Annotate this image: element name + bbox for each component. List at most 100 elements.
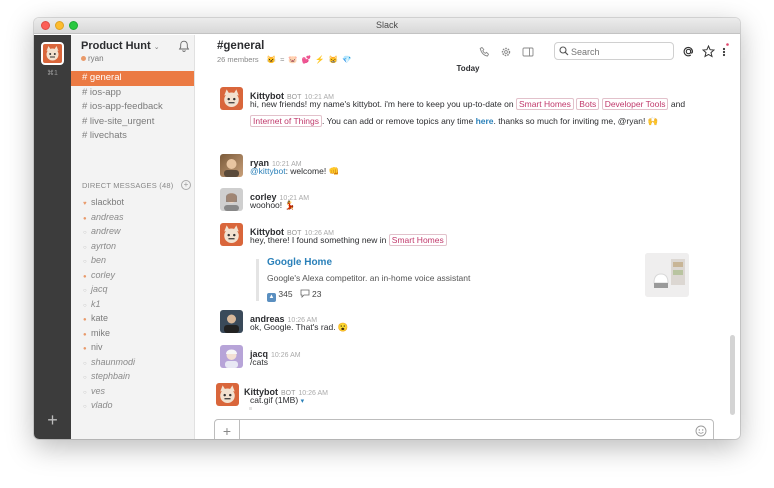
- sidebar-dm-item[interactable]: ○ stephbain: [71, 369, 194, 384]
- message-scrollbar[interactable]: [730, 335, 735, 415]
- star-icon[interactable]: [702, 45, 715, 58]
- dm-name: andrew: [91, 226, 121, 236]
- comment-count: 23: [312, 289, 322, 299]
- kittybot-avatar[interactable]: [220, 87, 243, 110]
- search-icon: [559, 46, 569, 56]
- sidebar-dm-item[interactable]: ○ ves: [71, 384, 194, 399]
- dm-name: ben: [91, 255, 107, 265]
- message-list: Kittybot BOT 10:21 AM hi, new friends! my …: [196, 70, 740, 410]
- topic-tag[interactable]: Smart Homes: [515, 98, 574, 110]
- message-text: . thanks so much for inviting me, @ryan!…: [493, 116, 659, 126]
- message-text: : welcome! 👊: [285, 166, 340, 176]
- presence-status-icon: ○: [83, 404, 87, 410]
- attachment-description: Google's Alexa competitor. an in-home vo…: [267, 273, 471, 283]
- sidebar-toggle-icon[interactable]: [522, 46, 534, 58]
- sidebar-dm-item[interactable]: ○ k1: [71, 297, 194, 312]
- message-text: /cats: [250, 357, 268, 367]
- sidebar-dm-item[interactable]: ○ andrew: [71, 224, 194, 239]
- team-name: Product Hunt: [81, 40, 151, 52]
- dm-name: kate: [91, 313, 109, 323]
- message-body: /cats: [250, 356, 268, 368]
- mention-icon[interactable]: [682, 45, 695, 58]
- dm-count: (48): [159, 181, 174, 190]
- attach-file-button[interactable]: +: [215, 420, 240, 439]
- attachment-thumbnail[interactable]: [645, 253, 689, 297]
- sidebar-dm-item[interactable]: ○ jacq: [71, 282, 194, 297]
- dm-header-label: DIRECT MESSAGES: [82, 181, 157, 190]
- sidebar-dm-item[interactable]: ○ ayrton: [71, 239, 194, 254]
- more-menu-icon[interactable]: [721, 43, 729, 58]
- message-text: ok, Google. That's rad. 😮: [250, 322, 349, 332]
- presence-status-icon: ○: [83, 288, 87, 294]
- andreas-avatar[interactable]: [220, 310, 243, 333]
- presence-status-icon: ○: [83, 375, 87, 381]
- upvote-icon[interactable]: ▲: [267, 293, 276, 302]
- sidebar-dm-item[interactable]: ● niv: [71, 340, 194, 355]
- dm-list: ♥ slackbot ● andreas ○ andrew ○ ayrton ○ ben ● corl…: [71, 195, 194, 413]
- topic-tag[interactable]: Bots: [576, 98, 600, 110]
- sidebar-dm-item[interactable]: ● corley: [71, 268, 194, 283]
- phone-icon[interactable]: [479, 46, 491, 58]
- channel-meta: 26 members 😺 ≈ 🐷 💕 ⚡ 😸 💎: [217, 55, 352, 64]
- chevron-down-icon: ⌄: [153, 44, 160, 51]
- team-switcher: ⌘1 +: [34, 35, 71, 439]
- user-mention[interactable]: @kittybot: [250, 166, 286, 176]
- emoji-icon[interactable]: [695, 425, 707, 437]
- dm-name: mike: [91, 327, 111, 338]
- team-name-menu[interactable]: Product Hunt ⌄: [81, 40, 160, 52]
- manage-topics-link[interactable]: here: [476, 116, 494, 126]
- ryan-avatar[interactable]: [220, 154, 243, 177]
- current-user[interactable]: ryan: [81, 54, 104, 63]
- message-text: hi, new friends! my name's kittybot. i'm…: [250, 99, 514, 109]
- dm-name: k1: [91, 298, 101, 309]
- sidebar-channel-item[interactable]: # live-site_urgent: [71, 115, 194, 130]
- add-team-button[interactable]: +: [34, 410, 71, 431]
- sidebar-channel-item[interactable]: # general: [71, 71, 194, 86]
- message-input[interactable]: [245, 424, 685, 438]
- search-box[interactable]: [554, 42, 674, 60]
- jacq-avatar[interactable]: [220, 345, 243, 368]
- message-body: ok, Google. That's rad. 😮: [250, 321, 349, 333]
- team-product-hunt-icon[interactable]: [41, 42, 64, 65]
- channel-topic-emoji: 😺 ≈ 🐷 💕 ⚡ 😸 💎: [266, 55, 353, 64]
- upvote-count: 345: [278, 289, 293, 299]
- presence-status-icon: ●: [83, 317, 87, 323]
- kittybot-avatar[interactable]: [220, 223, 243, 246]
- search-input[interactable]: [571, 45, 671, 58]
- sidebar-channel-item[interactable]: # ios-app: [71, 86, 194, 101]
- expand-chevron-icon[interactable]: ▾: [301, 398, 305, 405]
- sidebar-channel-item[interactable]: # livechats: [71, 129, 194, 144]
- file-name: cat.gif (1MB): [250, 395, 299, 405]
- channel-title[interactable]: #general: [217, 40, 264, 52]
- kittybot-avatar[interactable]: [216, 383, 239, 406]
- sidebar-dm-item[interactable]: ○ ben: [71, 253, 194, 268]
- title-bar: Slack: [34, 18, 740, 34]
- sidebar-dm-item[interactable]: ○ vlado: [71, 398, 194, 413]
- comment-icon[interactable]: [300, 289, 310, 298]
- message-text: . You can add or remove topics any time: [322, 116, 474, 126]
- message-body: woohoo! 💃: [250, 199, 295, 211]
- member-count[interactable]: 26 members: [217, 55, 259, 64]
- sidebar-dm-item[interactable]: ○ shaunmodi: [71, 355, 194, 370]
- sidebar-dm-item[interactable]: ● mike: [71, 326, 194, 341]
- sidebar-dm-item[interactable]: ● kate: [71, 311, 194, 326]
- file-attachment[interactable]: cat.gif (1MB) ▾: [250, 394, 304, 408]
- sidebar-channel-item[interactable]: # ios-app-feedback: [71, 100, 194, 115]
- dm-name: slackbot: [91, 197, 125, 207]
- sidebar: Product Hunt ⌄ ryan # general # ios-app # …: [71, 35, 195, 439]
- topic-tag[interactable]: Smart Homes: [388, 234, 447, 246]
- bell-icon[interactable]: [178, 40, 190, 52]
- topic-tag[interactable]: Internet of Things: [250, 115, 322, 127]
- team-shortcut-label: ⌘1: [47, 70, 58, 77]
- corley-avatar[interactable]: [220, 188, 243, 211]
- gear-icon[interactable]: [500, 46, 512, 58]
- dm-name: jacq: [91, 284, 108, 294]
- attachment-title-link[interactable]: Google Home: [267, 257, 332, 268]
- sidebar-dm-item[interactable]: ♥ slackbot: [71, 195, 194, 210]
- add-dm-button[interactable]: +: [181, 180, 191, 190]
- topic-tag[interactable]: Developer Tools: [601, 98, 669, 110]
- direct-messages-header[interactable]: DIRECT MESSAGES (48): [82, 181, 173, 190]
- sidebar-dm-item[interactable]: ● andreas: [71, 210, 194, 225]
- timestamp[interactable]: 10:26 AM: [271, 352, 301, 359]
- presence-status-icon: ○: [83, 259, 87, 265]
